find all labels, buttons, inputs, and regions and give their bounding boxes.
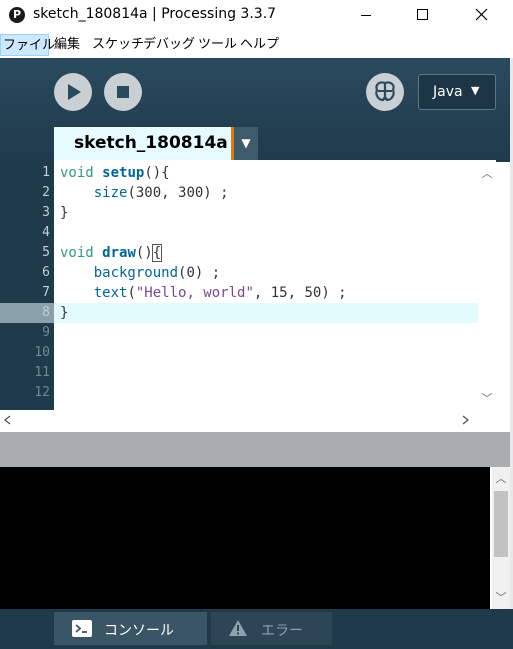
minimize-button[interactable]: [343, 0, 389, 31]
scrollbar-thumb[interactable]: [494, 491, 508, 557]
scroll-up-icon[interactable]: ︿: [492, 470, 510, 486]
code-line: void draw(){: [60, 244, 163, 262]
editor-vertical-scrollbar[interactable]: ︿ ﹀: [478, 160, 496, 410]
minimize-icon: [361, 15, 371, 16]
mode-label: Java: [433, 84, 463, 100]
scroll-down-icon[interactable]: ﹀: [492, 589, 510, 605]
tab-sketch[interactable]: sketch_180814a: [54, 127, 231, 160]
line-number-gutter: 1 2 3 4 5 6 7 8 9 10 11 12: [0, 160, 54, 410]
current-line-highlight: [54, 303, 496, 323]
menu-debug[interactable]: デバッグ: [143, 34, 195, 56]
line-number: 5: [42, 245, 50, 260]
line-number: 11: [34, 365, 50, 380]
menu-file[interactable]: ファイル: [0, 34, 55, 56]
title-bar: P sketch_180814a | Processing 3.3.7: [0, 0, 513, 31]
line-number: 9: [42, 325, 50, 340]
code-line: }: [60, 305, 69, 321]
line-number: 4: [42, 225, 50, 240]
run-button[interactable]: [54, 73, 92, 111]
warning-icon: [229, 620, 247, 636]
code-editor[interactable]: void setup(){ size(300, 300) ; } void dr…: [54, 160, 496, 410]
scroll-up-icon[interactable]: ︿: [478, 165, 496, 181]
code-line: text("Hello, world", 15, 50) ;: [93, 285, 347, 301]
code-line: }: [60, 205, 69, 221]
stop-button[interactable]: [104, 73, 142, 111]
menu-edit[interactable]: 編集: [54, 34, 80, 56]
menu-help[interactable]: ヘルプ: [240, 34, 279, 56]
mode-selector[interactable]: Java ▼: [418, 74, 496, 110]
close-icon: [475, 8, 488, 21]
tab-console[interactable]: コンソール: [54, 612, 207, 645]
terminal-icon: [72, 620, 92, 637]
line-number: 7: [42, 285, 50, 300]
code-line: void setup(){: [60, 165, 170, 181]
tab-label: sketch_180814a: [74, 133, 228, 153]
line-number: [0, 403, 50, 410]
menu-tools[interactable]: ツール: [198, 34, 237, 56]
menu-bar: ファイル 編集 スケッチ デバッグ ツール ヘルプ: [0, 33, 513, 57]
maximize-button[interactable]: [399, 0, 445, 31]
processing-logo-icon: P: [9, 7, 25, 23]
line-number: 2: [42, 185, 50, 200]
butterfly-icon: [375, 81, 395, 102]
line-number: 6: [42, 265, 50, 280]
console-divider[interactable]: [0, 432, 513, 467]
console-tab-label: コンソール: [104, 623, 174, 639]
maximize-icon: [417, 9, 428, 20]
footer-tabs: コンソール エラー: [0, 609, 513, 649]
console-scrollbar[interactable]: ︿ ﹀: [492, 467, 510, 609]
chevron-down-icon: ▼: [471, 84, 480, 97]
code-line: size(300, 300) ;: [93, 185, 229, 201]
scroll-down-icon[interactable]: ﹀: [478, 390, 496, 406]
line-number: 10: [34, 345, 50, 360]
scroll-corner: [478, 410, 496, 430]
debug-button[interactable]: [366, 73, 404, 111]
horizontal-scroll-arrows: [3, 415, 470, 425]
line-number: 12: [34, 385, 50, 400]
line-number: 8: [42, 305, 50, 320]
menu-sketch[interactable]: スケッチ: [92, 34, 144, 56]
editor-horizontal-scrollbar[interactable]: [0, 410, 478, 430]
line-number: 1: [42, 165, 50, 180]
window-title: sketch_180814a | Processing 3.3.7: [33, 6, 277, 22]
tab-menu-button[interactable]: ▼: [234, 127, 258, 160]
line-number: 3: [42, 205, 50, 220]
errors-tab-label: エラー: [261, 623, 303, 639]
console-output[interactable]: [0, 467, 490, 609]
close-button[interactable]: [458, 0, 504, 31]
tab-errors[interactable]: エラー: [211, 612, 332, 645]
code-line: background(0) ;: [93, 265, 221, 281]
